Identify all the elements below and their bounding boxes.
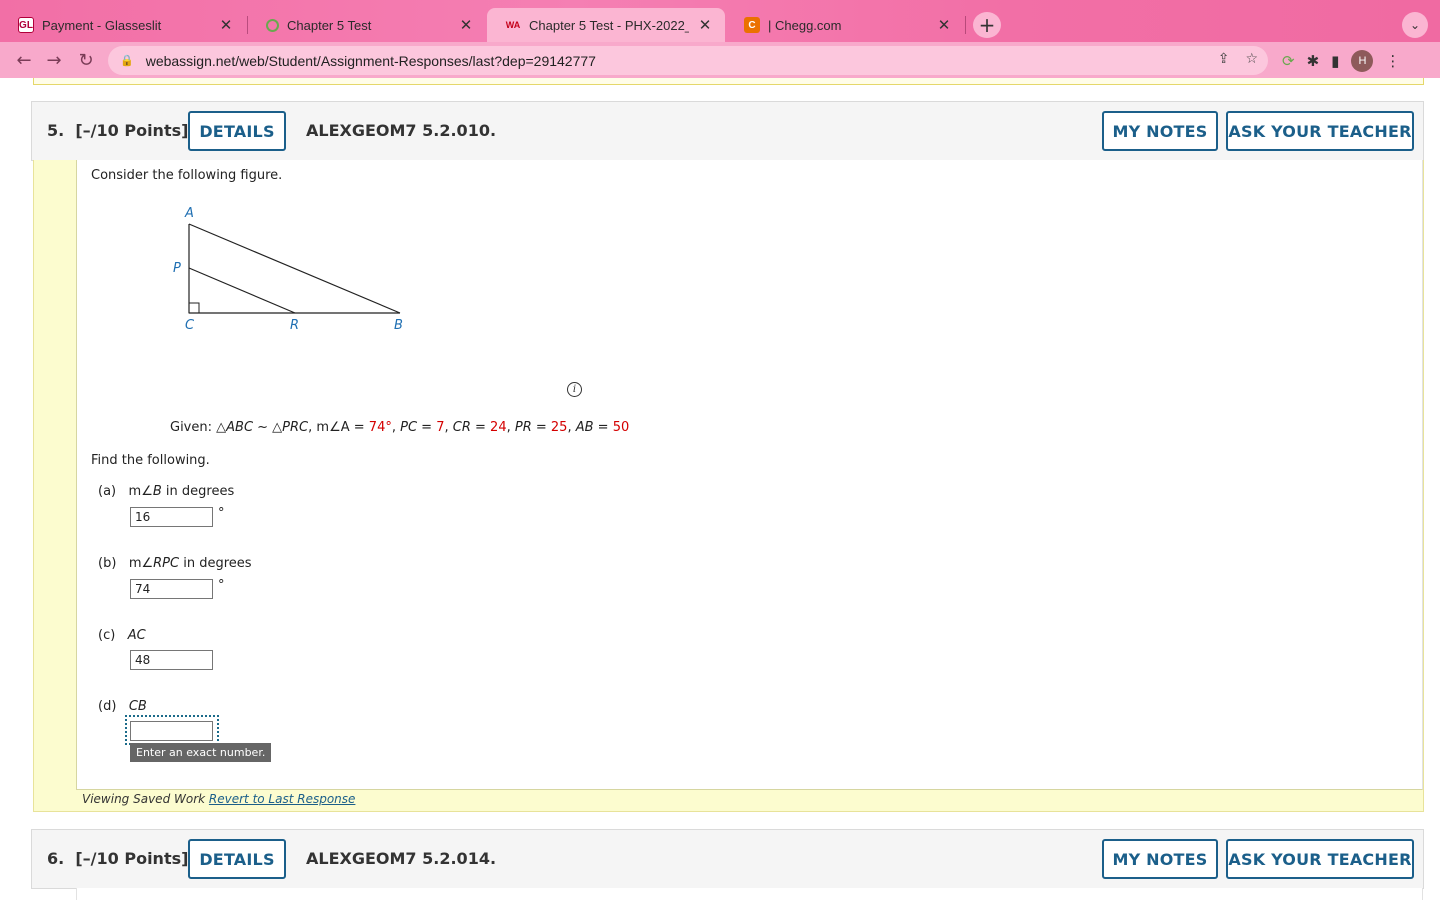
browser-tab-bar: GL Payment - Glasseslit ✕ Chapter 5 Test…	[0, 0, 1440, 42]
back-arrow-icon[interactable]: ←	[12, 49, 36, 71]
tab-title: Chapter 5 Test - PHX-2022_0	[529, 17, 689, 33]
glasseslit-favicon-icon: GL	[18, 17, 34, 33]
part-a-answer-input[interactable]: 16	[130, 507, 213, 527]
question-number-points: 5. [–/10 Points]	[47, 121, 189, 140]
part-b-label: (b) m∠RPC in degrees	[98, 556, 252, 571]
triangle-figure: A P C R B	[173, 206, 403, 330]
part-a-label: (a) m∠B in degrees	[98, 484, 235, 499]
degree-unit: °	[218, 506, 225, 521]
reload-icon[interactable]: ↻	[74, 49, 98, 71]
part-c-label: (c) AC	[98, 628, 146, 643]
tab-webassign-active[interactable]: WA Chapter 5 Test - PHX-2022_0 ✕	[487, 8, 725, 42]
forward-arrow-icon[interactable]: →	[42, 49, 66, 71]
vertex-label-p: P	[173, 261, 181, 276]
address-bar[interactable]: 🔒 webassign.net/web/Student/Assignment-R…	[108, 46, 1268, 75]
new-tab-button[interactable]: +	[973, 12, 1001, 38]
vertex-label-r: R	[290, 318, 299, 330]
tab-title: Chapter 5 Test	[287, 17, 372, 33]
question-code: ALEXGEOM7 5.2.010.	[306, 121, 497, 140]
lock-icon: 🔒	[120, 54, 134, 67]
vertex-label-c: C	[185, 318, 195, 330]
vertex-label-a: A	[184, 206, 194, 221]
webassign-favicon-icon: WA	[505, 20, 521, 30]
question-code: ALEXGEOM7 5.2.014.	[306, 849, 497, 868]
loading-favicon-icon	[266, 18, 279, 32]
share-icon[interactable]: ⇪	[1218, 51, 1230, 67]
question-prompt: Consider the following figure.	[91, 168, 283, 183]
find-instructions: Find the following.	[91, 453, 210, 468]
info-icon[interactable]: i	[567, 382, 582, 397]
tab-separator	[965, 16, 966, 34]
profile-avatar[interactable]: H	[1351, 50, 1374, 72]
question-number-points: 6. [–/10 Points]	[47, 849, 189, 868]
kebab-menu-icon[interactable]: ⋮	[1385, 52, 1400, 70]
part-c-answer-input[interactable]: 48	[130, 650, 213, 670]
ask-your-teacher-button[interactable]: ASK YOUR TEACHER	[1226, 111, 1414, 151]
tab-search-chevron-icon[interactable]: ⌄	[1402, 12, 1428, 38]
ask-your-teacher-button[interactable]: ASK YOUR TEACHER	[1226, 839, 1414, 879]
browser-toolbar: ← → ↻ 🔒 webassign.net/web/Student/Assign…	[0, 42, 1440, 78]
part-d-label: (d) CB	[98, 699, 147, 714]
puzzle-extensions-icon[interactable]: ✱	[1307, 52, 1320, 70]
details-button[interactable]: DETAILS	[188, 111, 286, 151]
tab-title: Payment - Glasseslit	[42, 17, 162, 33]
part-b-answer-input[interactable]: 74	[130, 579, 213, 599]
my-notes-button[interactable]: MY NOTES	[1102, 111, 1218, 151]
url-text: webassign.net/web/Student/Assignment-Res…	[145, 52, 596, 69]
vertex-label-b: B	[394, 318, 403, 330]
bookmark-star-icon[interactable]: ☆	[1245, 51, 1258, 67]
my-notes-button[interactable]: MY NOTES	[1102, 839, 1218, 879]
tab-chegg[interactable]: C | Chegg.com ✕	[726, 8, 964, 42]
extension-icon[interactable]: ⟳	[1282, 52, 1295, 70]
revert-to-last-response-link[interactable]: Revert to Last Response	[209, 792, 356, 806]
close-tab-icon[interactable]: ✕	[458, 16, 474, 34]
part-d-answer-input[interactable]	[130, 721, 213, 741]
question-5-body: Consider the following figure. A P C R B…	[76, 160, 1423, 790]
question-6-header: 6. [–/10 Points] DETAILS ALEXGEOM7 5.2.0…	[31, 829, 1424, 889]
close-tab-icon[interactable]: ✕	[697, 16, 713, 34]
previous-question-edge	[33, 78, 1424, 85]
assignment-page: 5. [–/10 Points] DETAILS ALEXGEOM7 5.2.0…	[0, 78, 1440, 900]
saved-work-bar: Viewing Saved Work Revert to Last Respon…	[82, 792, 356, 806]
close-tab-icon[interactable]: ✕	[936, 16, 952, 34]
side-panel-icon[interactable]: ▮	[1331, 52, 1339, 70]
close-tab-icon[interactable]: ✕	[218, 16, 234, 34]
given-statement: Given: △ABC ~ △PRC, m∠A = 74°, PC = 7, C…	[170, 420, 630, 435]
tab-title: | Chegg.com	[768, 17, 842, 33]
question-6-body-peek	[76, 888, 1423, 900]
question-5-header: 5. [–/10 Points] DETAILS ALEXGEOM7 5.2.0…	[31, 101, 1424, 161]
input-hint-tooltip: Enter an exact number.	[130, 743, 272, 762]
tab-chapter-5-test[interactable]: Chapter 5 Test ✕	[248, 8, 486, 42]
chegg-favicon-icon: C	[744, 17, 760, 33]
details-button[interactable]: DETAILS	[188, 839, 286, 879]
tab-payment[interactable]: GL Payment - Glasseslit ✕	[0, 8, 246, 42]
degree-unit: °	[218, 578, 225, 593]
